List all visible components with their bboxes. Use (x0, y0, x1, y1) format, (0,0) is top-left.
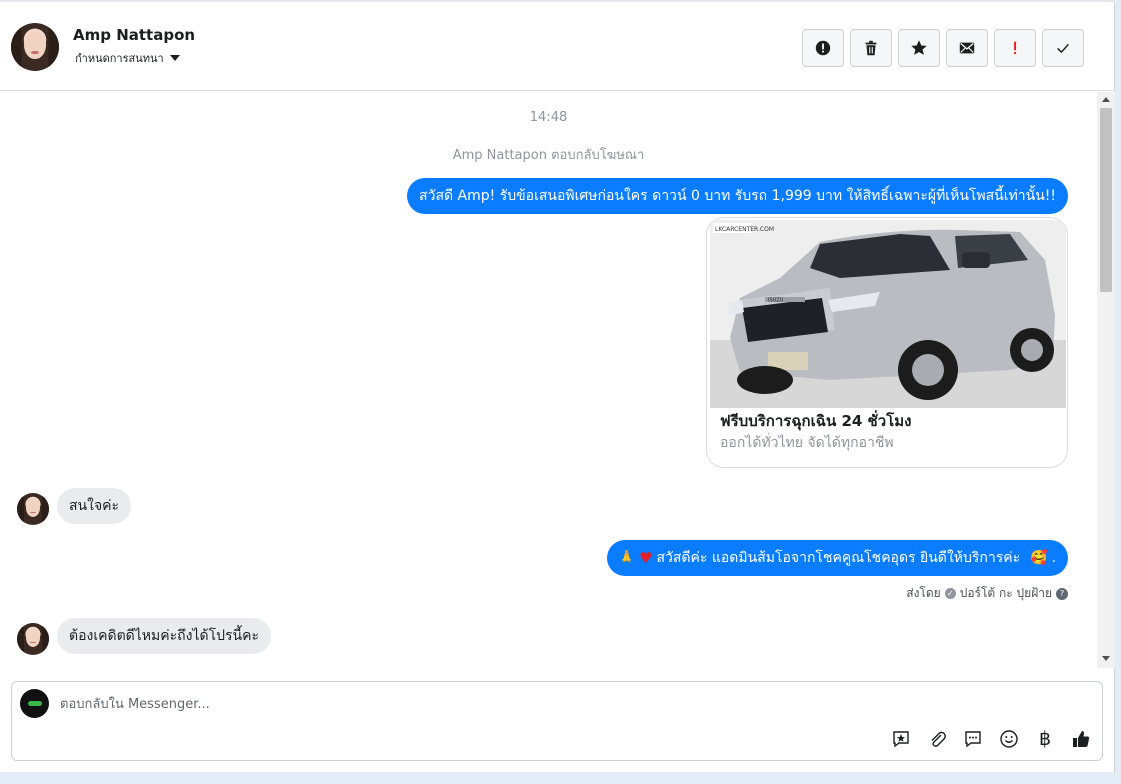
pray-emoji: 🙏 (618, 550, 636, 565)
baht-icon: ฿ (1038, 728, 1052, 750)
scroll-down-arrow-icon[interactable] (1102, 656, 1110, 661)
verified-icon: ✓ (944, 588, 956, 599)
message-thread[interactable]: 14:48 Amp Nattapon ตอบกลับโฆษณา สวัสดี A… (0, 92, 1097, 668)
thread-scrollbar[interactable] (1097, 92, 1115, 668)
report-button[interactable] (802, 29, 844, 67)
assign-conversation-dropdown[interactable]: กำหนดการสนทนา (75, 49, 180, 67)
contact-avatar[interactable] (11, 23, 59, 71)
attach-button[interactable] (926, 728, 948, 750)
reply-input[interactable] (60, 692, 660, 716)
sent-by-name[interactable]: ปอร์โต้ กะ ปุยฝ้าย (960, 584, 1052, 603)
suv-illustration: LKCARCENTER.COM ISUZU (710, 220, 1066, 408)
delete-button[interactable] (850, 29, 892, 67)
conversation-panel: Amp Nattapon กำหนดการสนทนา 14:48 Amp Nat… (0, 0, 1115, 772)
welcome-text: สวัสดีค่ะ แอดมินส้มโอจากโชคคูณโชคอุดร ยิ… (656, 550, 1021, 566)
envelope-icon (959, 42, 975, 54)
payment-button[interactable]: ฿ (1034, 728, 1056, 750)
welcome-period: . (1051, 550, 1056, 566)
smiling-hearts-emoji: 🥰 (1030, 550, 1048, 566)
ad-reply-notice: Amp Nattapon ตอบกลับโฆษณา (452, 148, 645, 163)
assign-label: กำหนดการสนทนา (75, 52, 164, 65)
thumbs-up-icon (1073, 731, 1090, 747)
composer-toolbar: ฿ (890, 728, 1092, 750)
emoji-button[interactable] (998, 728, 1020, 750)
customer-avatar[interactable] (17, 623, 49, 655)
ad-card[interactable]: LKCARCENTER.COM ISUZU ฟรีบบริการฉุกเฉิน … (706, 217, 1068, 468)
avatar-mouth (31, 50, 39, 54)
chat-bubble-icon (965, 731, 981, 748)
saved-reply-icon (893, 731, 909, 748)
customer-avatar[interactable] (17, 493, 49, 525)
outgoing-message-welcome[interactable]: 🙏 ♥ สวัสดีค่ะ แอดมินส้มโอจากโชคคูณโชคอุด… (606, 540, 1068, 576)
trash-icon (865, 40, 877, 56)
scroll-thumb[interactable] (1100, 108, 1112, 292)
exclamation-icon (1014, 41, 1017, 55)
help-icon[interactable]: ? (1056, 587, 1068, 600)
paperclip-icon (931, 731, 946, 747)
smiley-icon (1000, 730, 1018, 748)
check-icon (1057, 43, 1069, 54)
outgoing-message-greeting[interactable]: สวัสดี Amp! รับข้อเสนอพิเศษก่อนใคร ดาวน์… (407, 178, 1068, 214)
done-button[interactable] (1042, 29, 1084, 67)
sent-by-prefix: ส่งโดย (906, 586, 941, 600)
like-button[interactable] (1070, 728, 1092, 750)
page-logo (27, 701, 42, 706)
car-brand-badge: ISUZU (768, 298, 784, 304)
star-icon (911, 40, 927, 55)
incoming-message[interactable]: ต้องเคดิตดีไหมค่ะถึงได้โปรนี้คะ (57, 618, 271, 654)
sent-by-line: ส่งโดย ✓ ปอร์โต้ กะ ปุยฝ้าย ? (906, 584, 1068, 603)
mark-unread-button[interactable] (946, 29, 988, 67)
page-avatar (20, 689, 49, 718)
scroll-up-arrow-icon[interactable] (1102, 97, 1110, 102)
heart-emoji: ♥ (639, 549, 653, 567)
caret-down-icon (169, 55, 180, 61)
reply-composer: ฿ (11, 681, 1103, 761)
header-toolbar (802, 29, 1084, 67)
quick-replies-button[interactable] (962, 728, 984, 750)
conversation-header: Amp Nattapon กำหนดการสนทนา (0, 0, 1115, 91)
message-timestamp: 14:48 (529, 110, 568, 125)
saved-reply-button[interactable] (890, 728, 912, 750)
contact-name[interactable]: Amp Nattapon (73, 26, 195, 44)
incoming-message[interactable]: สนใจค่ะ (57, 488, 132, 524)
car-image: LKCARCENTER.COM ISUZU (710, 220, 1066, 408)
ad-card-title: ฟรีบบริการฉุกเฉิน 24 ชั่วโมง (720, 412, 912, 430)
report-icon (815, 40, 831, 56)
important-button[interactable] (994, 29, 1036, 67)
ad-card-subtitle: ออกได้ทั่วไทย จัดได้ทุกอาชีพ (720, 435, 894, 451)
dealer-logo-text: LKCARCENTER.COM (715, 226, 774, 233)
star-button[interactable] (898, 29, 940, 67)
avatar-face (24, 31, 46, 60)
